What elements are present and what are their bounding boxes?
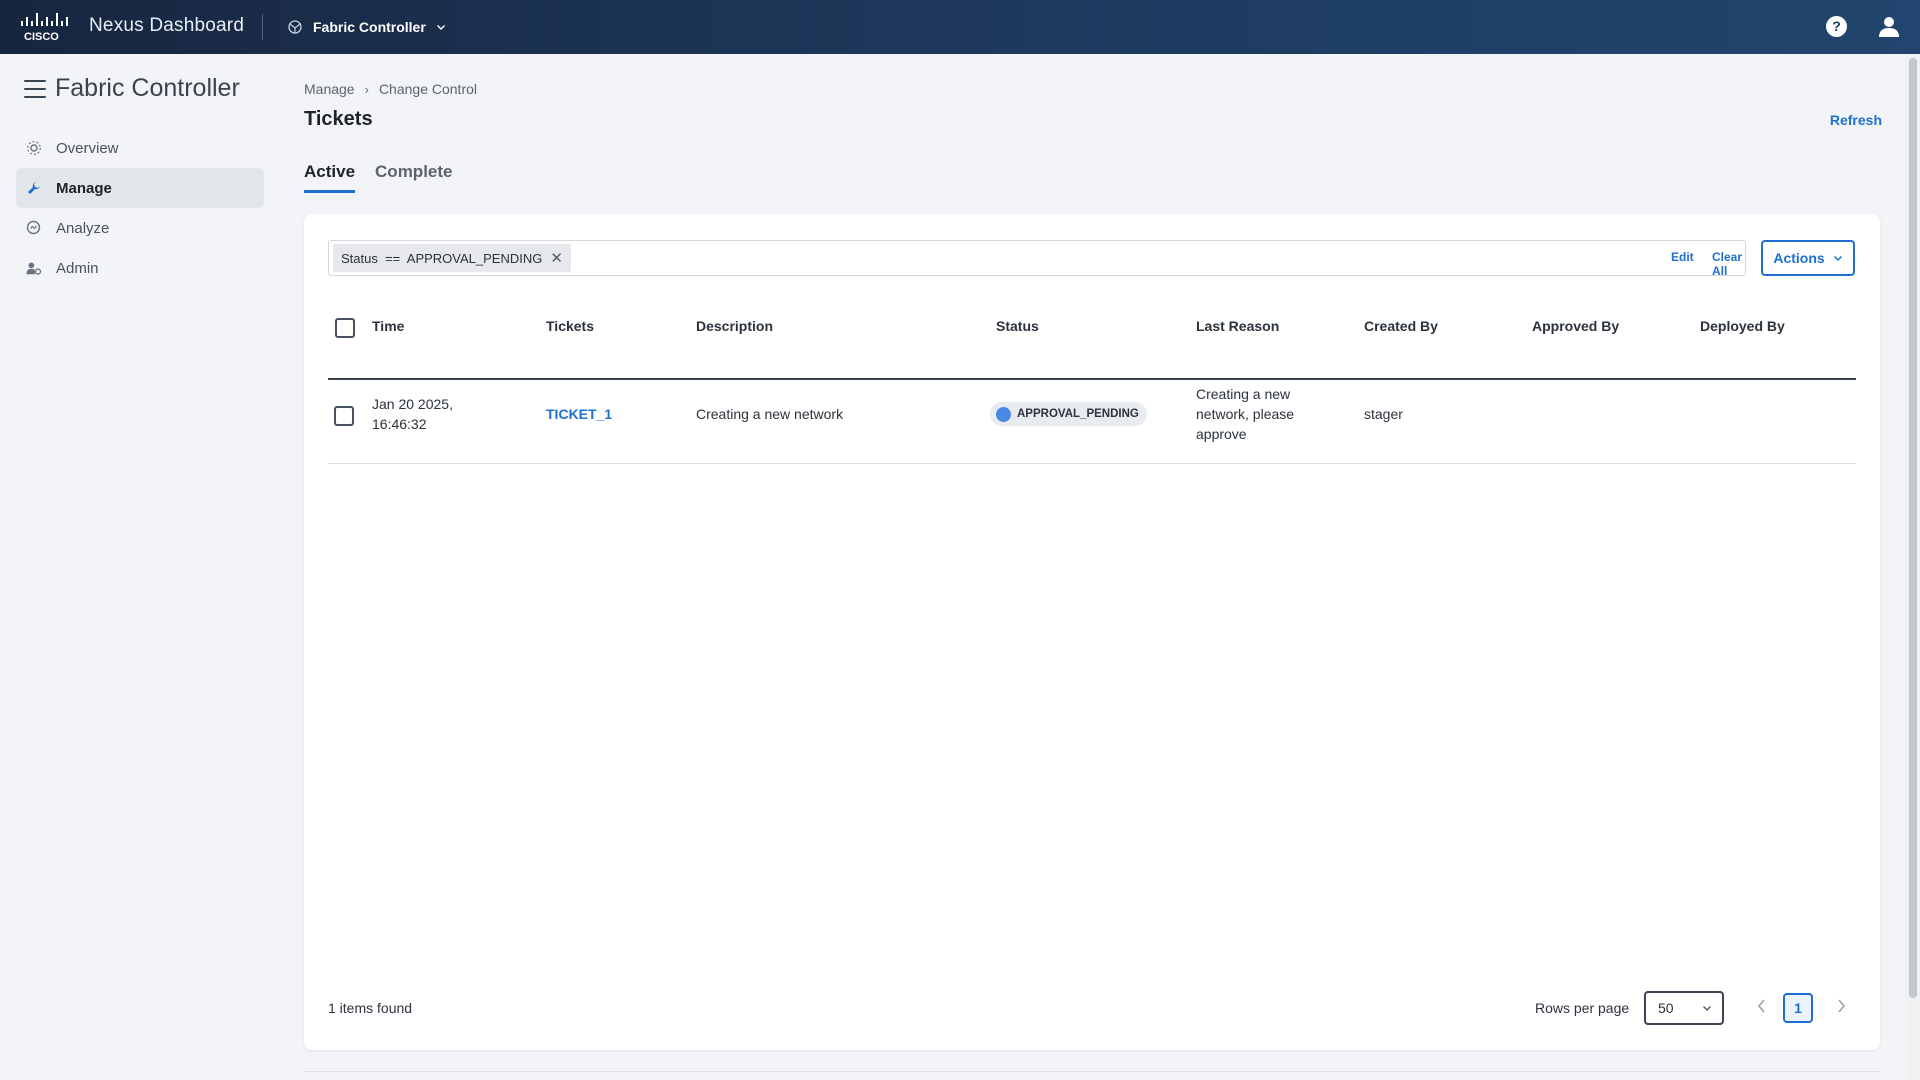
column-header-deployed-by[interactable]: Deployed By <box>1700 318 1785 334</box>
chevron-left-icon[interactable] <box>1756 998 1768 1014</box>
tab-bar: Active Complete <box>304 162 453 193</box>
page-title: Tickets <box>304 108 373 130</box>
wrench-icon <box>26 180 42 196</box>
sidebar-item-label: Admin <box>56 259 99 277</box>
close-icon[interactable]: ✕ <box>550 249 563 267</box>
actions-label: Actions <box>1773 250 1825 266</box>
fabric-icon <box>288 20 302 34</box>
breadcrumb-manage[interactable]: Manage <box>304 81 355 97</box>
rows-per-page-select[interactable]: 50 <box>1644 991 1724 1025</box>
row-checkbox[interactable] <box>334 406 354 426</box>
help-icon[interactable]: ? <box>1826 16 1847 37</box>
column-header-status[interactable]: Status <box>996 318 1039 334</box>
app-name: Nexus Dashboard <box>89 15 245 36</box>
status-badge-text: APPROVAL_PENDING <box>1017 408 1139 420</box>
cell-time: Jan 20 2025, 16:46:32 <box>372 396 453 432</box>
tickets-card: Status == APPROVAL_PENDING ✕ Edit Clear … <box>304 214 1880 1050</box>
top-header: CISCO Nexus Dashboard Fabric Controller … <box>0 0 1920 54</box>
cell-description: Creating a new network <box>696 406 844 422</box>
bottom-divider <box>304 1071 1880 1072</box>
breadcrumb-change-control[interactable]: Change Control <box>379 81 477 97</box>
scrollbar-thumb[interactable] <box>1909 58 1917 998</box>
tab-active[interactable]: Active <box>304 162 356 193</box>
sidebar-title: Fabric Controller <box>55 74 240 102</box>
admin-user-icon <box>26 260 42 276</box>
filter-chip-text: Status == APPROVAL_PENDING <box>341 250 543 266</box>
cisco-logo: CISCO <box>21 13 68 42</box>
sidebar: Fabric Controller Overview Manage Analyz… <box>0 54 280 1080</box>
cell-last-reason: Creating a new network, please approve <box>1196 386 1295 442</box>
overview-icon <box>26 140 42 156</box>
page-number-button[interactable]: 1 <box>1783 993 1813 1023</box>
service-label: Fabric Controller <box>313 19 426 35</box>
items-found-count: 1 items found <box>328 1000 413 1016</box>
column-header-created-by[interactable]: Created By <box>1364 318 1438 334</box>
column-header-description[interactable]: Description <box>696 318 773 334</box>
analyze-icon <box>26 220 42 236</box>
column-header-tickets[interactable]: Tickets <box>546 318 594 334</box>
ticket-link[interactable]: TICKET_1 <box>546 404 612 424</box>
select-all-checkbox[interactable] <box>335 318 355 338</box>
sidebar-item-label: Overview <box>56 139 119 157</box>
svg-text:CISCO: CISCO <box>24 31 59 42</box>
hamburger-menu-icon[interactable] <box>24 80 46 98</box>
refresh-button[interactable]: Refresh <box>1830 112 1882 128</box>
column-header-last-reason[interactable]: Last Reason <box>1196 318 1279 334</box>
chevron-right-icon[interactable] <box>1835 998 1847 1014</box>
sidebar-item-analyze[interactable]: Analyze <box>16 208 264 248</box>
sidebar-item-manage[interactable]: Manage <box>16 168 264 208</box>
chevron-down-icon <box>1703 1006 1711 1011</box>
tab-complete[interactable]: Complete <box>375 162 452 193</box>
rows-per-page-label: Rows per page <box>1535 1000 1630 1016</box>
sidebar-item-label: Manage <box>56 179 112 197</box>
table-row[interactable]: Jan 20 2025, 16:46:32 TICKET_1 Creating … <box>328 366 1856 464</box>
sidebar-item-overview[interactable]: Overview <box>16 128 264 168</box>
sidebar-item-admin[interactable]: Admin <box>16 248 264 288</box>
filter-bar[interactable]: Status == APPROVAL_PENDING ✕ Edit Clear … <box>328 240 1746 278</box>
sidebar-item-label: Analyze <box>56 219 110 237</box>
column-header-approved-by[interactable]: Approved By <box>1532 318 1619 334</box>
service-switcher[interactable]: Fabric Controller <box>287 14 446 40</box>
header-divider <box>262 14 263 40</box>
actions-button[interactable]: Actions <box>1761 240 1855 276</box>
chevron-down-icon <box>1833 255 1842 262</box>
column-header-time[interactable]: Time <box>372 318 404 334</box>
cell-created-by: stager <box>1364 406 1403 422</box>
status-badge: APPROVAL_PENDING <box>990 402 1147 426</box>
filter-chip: Status == APPROVAL_PENDING ✕ <box>333 244 571 272</box>
chevron-down-icon <box>436 25 445 30</box>
user-profile-icon[interactable] <box>1877 14 1901 38</box>
vertical-scrollbar[interactable] <box>1906 54 1920 1080</box>
status-dot-icon <box>996 406 1011 422</box>
filter-clear-all-button[interactable]: Clear All <box>1712 250 1745 278</box>
chevron-right-icon: › <box>364 81 369 97</box>
filter-edit-button[interactable]: Edit <box>1671 250 1694 264</box>
breadcrumb: Manage › Change Control <box>304 81 477 97</box>
rows-per-page-value: 50 <box>1658 1000 1674 1016</box>
